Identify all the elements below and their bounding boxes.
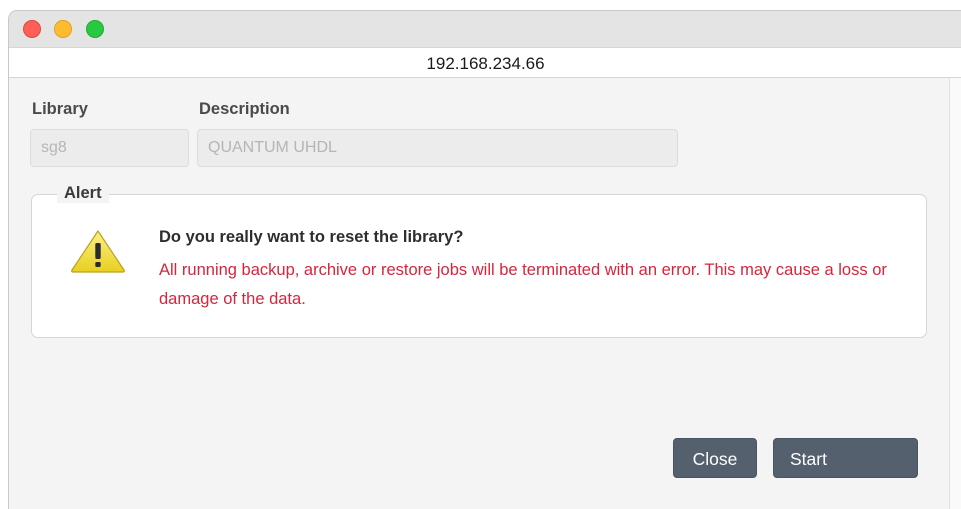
library-field: sg8 bbox=[30, 129, 189, 167]
address-text: 192.168.234.66 bbox=[426, 54, 545, 73]
scrollbar[interactable] bbox=[949, 78, 961, 509]
library-label: Library bbox=[32, 100, 88, 118]
alert-question: Do you really want to reset the library? bbox=[159, 228, 464, 246]
close-button[interactable]: Close bbox=[673, 438, 757, 478]
window-close-control[interactable] bbox=[23, 20, 41, 38]
window-minimize-control[interactable] bbox=[54, 20, 72, 38]
start-button[interactable]: Start bbox=[773, 438, 918, 478]
alert-message: All running backup, archive or restore j… bbox=[159, 261, 887, 308]
window-zoom-control[interactable] bbox=[86, 20, 104, 38]
description-field: QUANTUM UHDL bbox=[197, 129, 678, 167]
dialog-content: Library sg8 Description QUANTUM UHDL Ale… bbox=[9, 78, 949, 509]
title-bar[interactable] bbox=[9, 11, 961, 47]
app-window: 192.168.234.66 Library sg8 Description Q… bbox=[8, 10, 961, 509]
warning-icon bbox=[71, 230, 125, 273]
description-label: Description bbox=[199, 100, 290, 118]
alert-legend: Alert bbox=[57, 184, 109, 203]
address-bar: 192.168.234.66 bbox=[9, 47, 961, 78]
